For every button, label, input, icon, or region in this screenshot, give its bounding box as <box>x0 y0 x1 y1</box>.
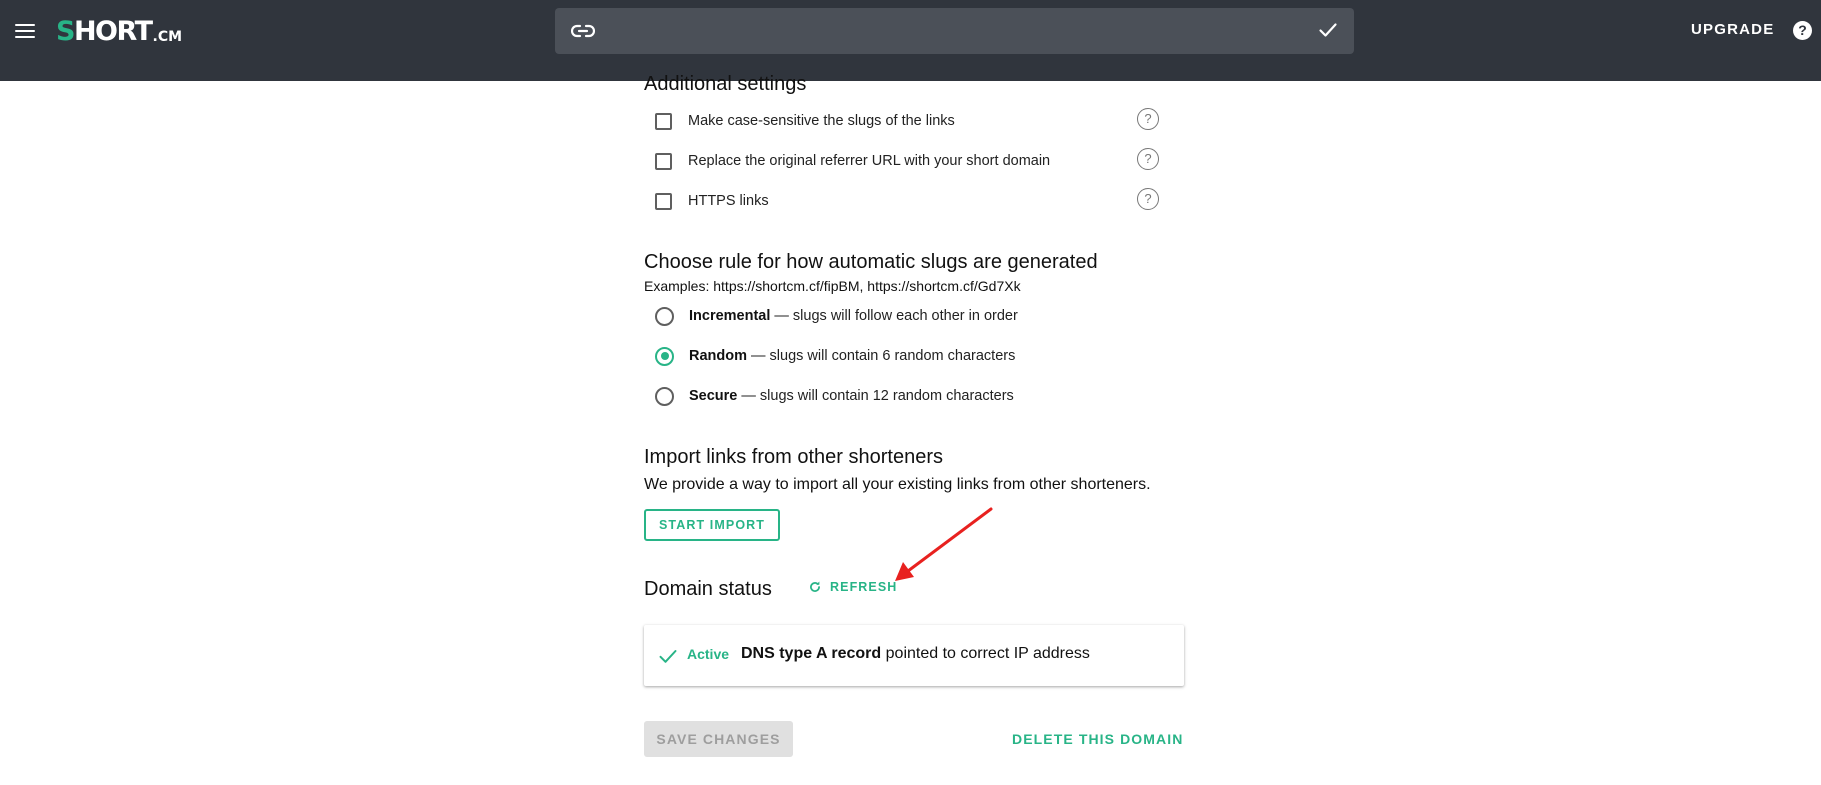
option-name: Incremental <box>689 308 771 324</box>
option-desc: — slugs will contain 6 random characters <box>751 348 1016 364</box>
logo-text: HORT <box>73 16 153 47</box>
check-icon <box>659 650 677 663</box>
replace-referrer-checkbox[interactable] <box>655 152 672 170</box>
secure-radio[interactable] <box>655 386 674 406</box>
save-changes-button[interactable]: SAVE CHANGES <box>644 721 793 757</box>
option-https-links[interactable]: HTTPS links <box>655 189 769 213</box>
url-input[interactable] <box>555 8 1354 54</box>
option-desc: — slugs will contain 12 random character… <box>741 388 1014 404</box>
upgrade-button[interactable]: UPGRADE <box>1691 21 1774 38</box>
case-sensitive-checkbox[interactable] <box>655 112 672 130</box>
import-title: Import links from other shorteners <box>644 446 943 468</box>
dns-record-message: DNS type A record pointed to correct IP … <box>741 645 1090 663</box>
radio-incremental[interactable]: Incremental — slugs will follow each oth… <box>655 304 1018 328</box>
status-badge: Active <box>687 646 730 662</box>
radio-secure[interactable]: Secure — slugs will contain 12 random ch… <box>655 384 1014 408</box>
top-app-bar: SHORT .CM UPGRADE ? <box>0 0 1821 81</box>
confirm-check-icon[interactable] <box>1316 18 1340 42</box>
refresh-icon <box>810 581 820 592</box>
option-label: HTTPS links <box>688 193 769 209</box>
random-radio[interactable] <box>655 346 674 366</box>
help-icon[interactable]: ? <box>1793 21 1812 40</box>
https-links-checkbox[interactable] <box>655 192 672 210</box>
slug-examples: Examples: https://shortcm.cf/fipBM, http… <box>644 278 1021 294</box>
delete-domain-button[interactable]: DELETE THIS DOMAIN <box>1012 721 1183 757</box>
help-circle-icon[interactable]: ? <box>1137 108 1159 130</box>
option-name: Secure <box>689 388 738 404</box>
additional-settings-title: Additional settings <box>644 73 807 95</box>
menu-icon[interactable] <box>14 20 36 42</box>
radio-random[interactable]: Random — slugs will contain 6 random cha… <box>655 344 1015 368</box>
refresh-button[interactable]: REFRESH <box>808 580 897 594</box>
option-replace-referrer[interactable]: Replace the original referrer URL with y… <box>655 149 1050 173</box>
domain-status-title: Domain status <box>644 578 772 600</box>
dns-status-card: Active DNS type A record pointed to corr… <box>644 625 1184 686</box>
logo-s: S <box>56 16 75 47</box>
option-desc: — slugs will follow each other in order <box>774 308 1018 324</box>
option-name: Random <box>689 348 747 364</box>
option-label: Make case-sensitive the slugs of the lin… <box>688 113 955 129</box>
start-import-button[interactable]: START IMPORT <box>644 509 780 541</box>
annotation-arrow <box>895 507 993 581</box>
help-circle-icon[interactable]: ? <box>1137 148 1159 170</box>
link-icon <box>571 24 595 38</box>
incremental-radio[interactable] <box>655 306 674 326</box>
import-description: We provide a way to import all your exis… <box>644 476 1151 493</box>
help-circle-icon[interactable]: ? <box>1137 188 1159 210</box>
logo-suffix: .CM <box>152 29 183 45</box>
logo[interactable]: SHORT .CM <box>56 13 182 49</box>
dns-record-result: pointed to correct IP address <box>885 645 1090 662</box>
slug-rule-title: Choose rule for how automatic slugs are … <box>644 251 1098 273</box>
option-label: Replace the original referrer URL with y… <box>688 153 1051 169</box>
refresh-label: REFRESH <box>830 580 898 594</box>
dns-record-type: DNS type A record <box>741 645 882 662</box>
option-case-sensitive[interactable]: Make case-sensitive the slugs of the lin… <box>655 109 955 133</box>
